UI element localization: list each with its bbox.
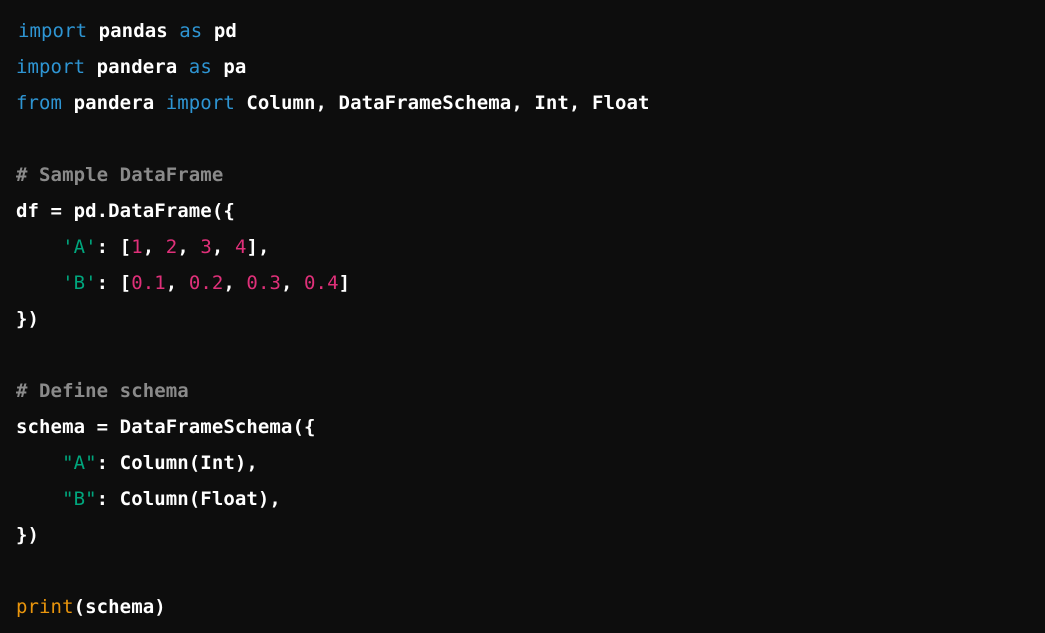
code-token: df = pd.DataFrame({ xyxy=(16,200,235,222)
string-token: 'A' xyxy=(62,236,97,258)
number-token: 2 xyxy=(165,236,178,258)
code-token: : [ xyxy=(96,272,132,294)
code-token: : [ xyxy=(96,236,132,258)
comment-token: # Define schema xyxy=(16,380,189,402)
code-token: pandera xyxy=(85,56,189,78)
code-line: df = pd.DataFrame({ xyxy=(16,193,650,229)
code-token: , xyxy=(223,272,247,294)
number-token: 0.1 xyxy=(131,272,166,294)
code-token: , xyxy=(177,236,201,258)
string-token: "A" xyxy=(62,452,97,474)
code-token: pandera xyxy=(62,92,166,114)
keyword-token: import xyxy=(18,20,88,42)
code-token: ], xyxy=(246,236,270,258)
code-line: # Define schema xyxy=(16,373,650,409)
builtin-token: print xyxy=(16,596,74,618)
code-token: : Column(Float), xyxy=(96,488,281,510)
keyword-token: as xyxy=(179,20,203,42)
code-token: , xyxy=(142,236,166,258)
keyword-token: import xyxy=(16,56,86,78)
string-token: 'B' xyxy=(62,272,97,294)
number-token: 4 xyxy=(234,236,247,258)
number-token: 0.2 xyxy=(188,272,224,294)
code-block: import pandas as pd import pandera as pa f… xyxy=(16,13,650,625)
code-token: schema = DataFrameSchema({ xyxy=(16,416,316,438)
code-line: 'B': [0.1, 0.2, 0.3, 0.4] xyxy=(16,265,650,301)
keyword-token: import xyxy=(165,92,235,114)
number-token: 1 xyxy=(131,236,143,258)
code-token: : Column(Int), xyxy=(96,452,258,474)
comment-token: # Sample DataFrame xyxy=(16,164,224,186)
code-line: }) xyxy=(16,301,650,337)
code-token: }) xyxy=(16,524,40,546)
code-line: }) xyxy=(16,517,650,553)
code-line: import pandas as pd xyxy=(16,13,650,49)
keyword-token: as xyxy=(188,56,212,78)
code-line: 'A': [1, 2, 3, 4], xyxy=(16,229,650,265)
keyword-token: from xyxy=(16,92,63,114)
number-token: 0.4 xyxy=(304,272,339,294)
code-token: }) xyxy=(16,308,40,330)
code-token: , xyxy=(165,272,189,294)
code-line: from pandera import Column, DataFrameSch… xyxy=(16,85,650,121)
code-line: "A": Column(Int), xyxy=(16,445,650,481)
number-token: 3 xyxy=(200,236,212,258)
code-token: Column, DataFrameSchema, Int, Float xyxy=(234,92,650,114)
number-token: 0.3 xyxy=(246,272,281,294)
code-token: pd xyxy=(202,20,237,42)
code-token: , xyxy=(211,236,235,258)
code-token: pandas xyxy=(87,20,180,42)
code-line: schema = DataFrameSchema({ xyxy=(16,409,650,445)
code-line: "B": Column(Float), xyxy=(16,481,650,517)
code-token: , xyxy=(280,272,305,294)
code-token: ] xyxy=(338,272,351,294)
code-line: import pandera as pa xyxy=(16,49,650,85)
code-line: # Sample DataFrame xyxy=(16,157,650,193)
string-token: "B" xyxy=(62,488,97,510)
code-line: print(schema) xyxy=(16,589,650,625)
code-token: (schema) xyxy=(73,596,166,618)
code-token: pa xyxy=(211,56,247,78)
